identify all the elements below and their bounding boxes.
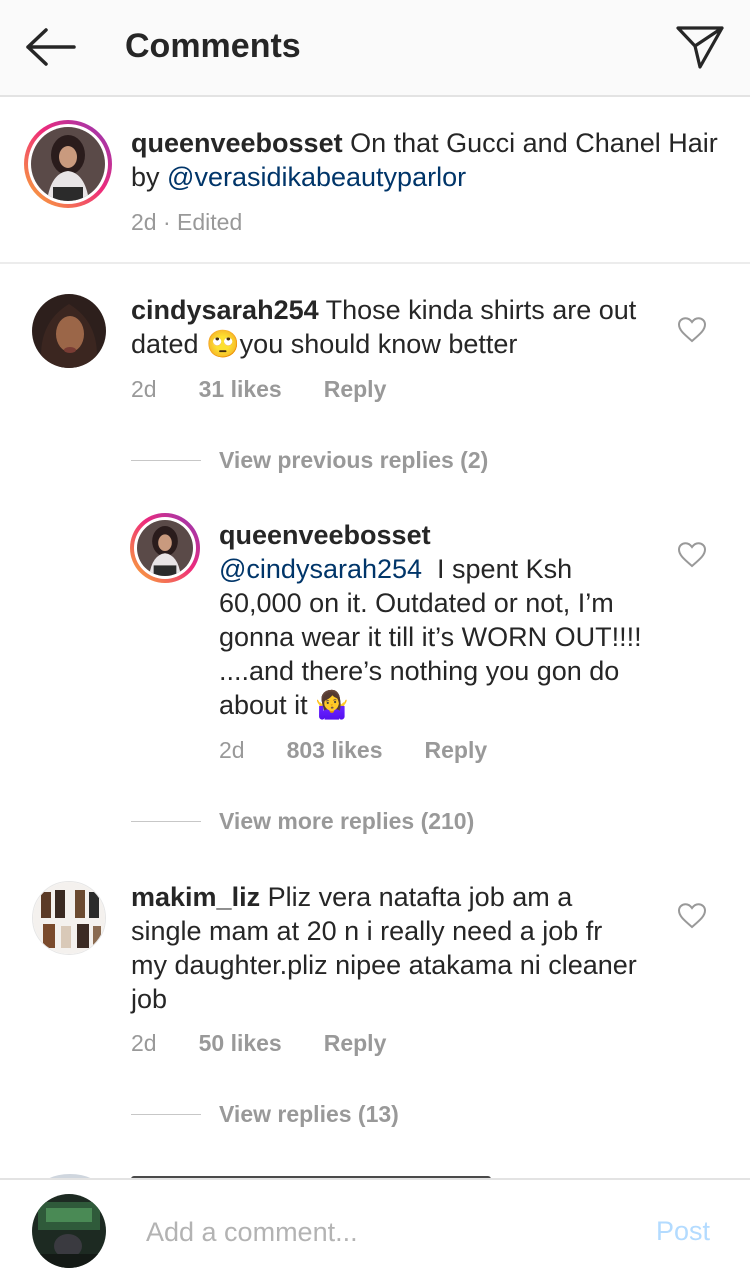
view-replies-label: View more replies (210): [219, 807, 475, 834]
comment-likes[interactable]: 50 likes: [199, 1030, 282, 1057]
comment-username[interactable]: cindysarah254: [131, 295, 319, 325]
view-replies-toggle[interactable]: View replies (13): [131, 1099, 399, 1129]
reply-text: queenveebosset @cindysarah254 I spent Ksh…: [219, 518, 659, 722]
comment-likes[interactable]: 31 likes: [199, 376, 282, 403]
page-title: Comments: [125, 27, 301, 65]
post-caption: queenveebosset On that Gucci and Chanel …: [0, 98, 750, 264]
caption-edited: Edited: [177, 209, 243, 235]
caption-mention[interactable]: @verasidikabeautyparlor: [167, 162, 466, 192]
comment-meta: 2d 31 likes Reply: [131, 376, 386, 403]
heart-icon: [677, 542, 707, 568]
reply-likes[interactable]: 803 likes: [287, 737, 383, 764]
post-button[interactable]: Post: [656, 1216, 710, 1247]
reply-username[interactable]: queenveebosset: [219, 520, 431, 550]
comment-time: 2d: [131, 376, 157, 402]
view-replies-line: [131, 820, 201, 822]
caption-username[interactable]: queenveebosset: [131, 128, 343, 158]
view-more-replies-toggle[interactable]: View more replies (210): [131, 806, 474, 836]
paper-plane-icon: [676, 26, 724, 69]
back-button[interactable]: [20, 20, 80, 74]
reply-time: 2d: [219, 737, 245, 763]
reply-button[interactable]: Reply: [324, 1030, 387, 1057]
comment-input[interactable]: [146, 1210, 626, 1254]
reply-mention[interactable]: @cindysarah254: [219, 554, 422, 584]
comment-composer: Post: [0, 1178, 750, 1280]
avatar-photo: [137, 520, 193, 576]
caption-separator: ·: [156, 209, 178, 235]
view-replies-toggle[interactable]: View previous replies (2): [131, 445, 488, 475]
like-button[interactable]: [677, 317, 708, 345]
heart-icon: [677, 317, 707, 343]
like-button[interactable]: [677, 542, 708, 570]
comment-text: makim_liz Pliz vera natafta job am a sin…: [131, 880, 641, 1016]
back-arrow-icon: [26, 28, 76, 66]
caption-text: queenveebosset On that Gucci and Chanel …: [131, 126, 721, 194]
comment-username[interactable]: makim_liz: [131, 882, 260, 912]
my-avatar: [32, 1194, 106, 1268]
comment-time: 2d: [131, 1030, 157, 1056]
share-button[interactable]: [672, 20, 728, 74]
heart-icon: [677, 903, 707, 929]
next-comment-partial: [0, 1160, 750, 1180]
reply-button[interactable]: Reply: [324, 376, 387, 403]
like-button[interactable]: [677, 903, 708, 931]
caption-avatar[interactable]: [24, 120, 112, 208]
view-replies-line: [131, 1113, 201, 1115]
caption-meta: 2d · Edited: [131, 209, 242, 236]
reply-meta: 2d 803 likes Reply: [219, 737, 487, 764]
view-replies-line: [131, 459, 201, 461]
view-replies-label: View replies (13): [219, 1100, 399, 1127]
reply-avatar[interactable]: [130, 513, 200, 583]
reply-button[interactable]: Reply: [425, 737, 488, 764]
comment-meta: 2d 50 likes Reply: [131, 1030, 386, 1057]
top-bar: Comments: [0, 0, 750, 97]
view-replies-label: View previous replies (2): [219, 446, 489, 473]
commenter-avatar[interactable]: [32, 881, 106, 955]
caption-time: 2d: [131, 209, 157, 235]
comment-text: cindysarah254 Those kinda shirts are out…: [131, 293, 641, 361]
avatar-photo: [31, 127, 105, 201]
commenter-avatar[interactable]: [32, 294, 106, 368]
